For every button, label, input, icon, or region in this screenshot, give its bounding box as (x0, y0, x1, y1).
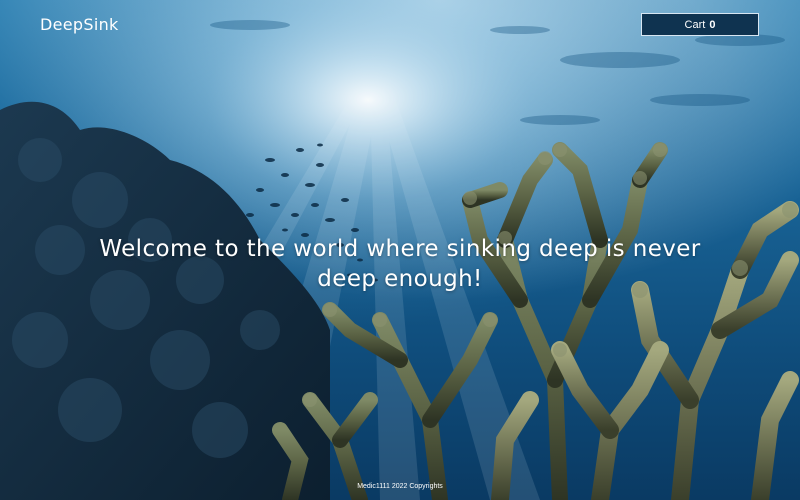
cart-count: 0 (709, 18, 716, 31)
cart-button[interactable]: Cart 0 (641, 13, 759, 36)
brand-logo[interactable]: DeepSink (40, 15, 119, 34)
cart-label: Cart (684, 18, 706, 31)
hero-headline: Welcome to the world where sinking deep … (99, 236, 701, 292)
footer-copyright: Medic1111 2022 Copyrights (357, 483, 443, 490)
